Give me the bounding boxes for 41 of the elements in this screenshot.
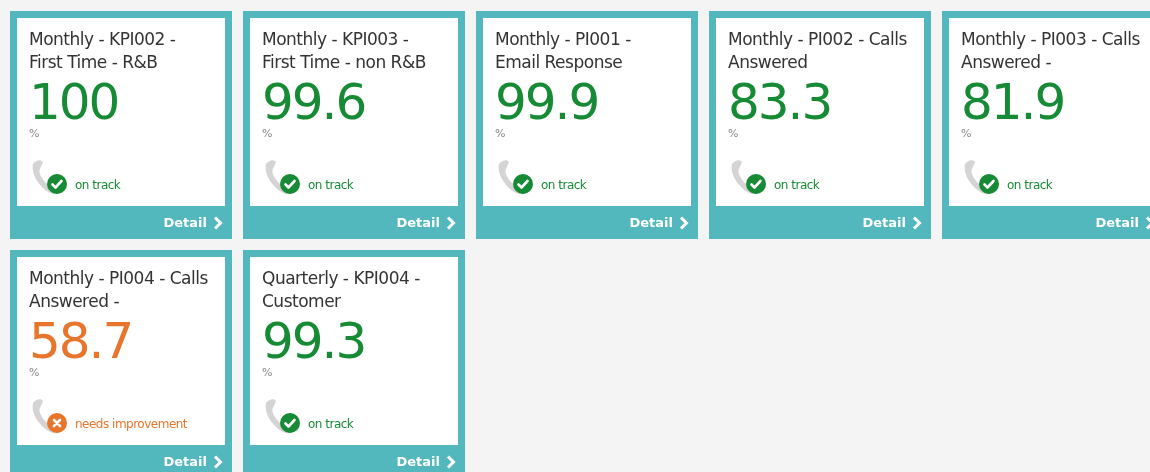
detail-link[interactable]: Detail (396, 212, 456, 233)
kpi-title: Monthly - PI001 - Email Response (495, 28, 632, 74)
status-label: needs improvement (75, 416, 188, 433)
unit-label: % (495, 128, 506, 139)
chevron-right-icon (213, 454, 223, 469)
unit-label: % (29, 128, 40, 139)
detail-link[interactable]: Detail (163, 451, 223, 472)
detail-link[interactable]: Detail (1095, 212, 1150, 233)
status-label: on track (541, 177, 587, 194)
kpi-title: Monthly - KPI002 - First Time - R&B (29, 28, 177, 74)
status-label: on track (308, 177, 354, 194)
chevron-right-icon (912, 215, 922, 230)
kpi-title: Monthly - KPI003 - First Time - non R&B (262, 28, 427, 74)
unit-label: % (961, 128, 972, 139)
unit-label: % (262, 367, 273, 378)
unit-label: % (728, 128, 739, 139)
status-label: on track (774, 177, 820, 194)
status-label: on track (1007, 177, 1053, 194)
kpi-title: Monthly - PI004 - Calls Answered - (29, 267, 209, 313)
detail-link[interactable]: Detail (396, 451, 456, 472)
detail-link[interactable]: Detail (862, 212, 922, 233)
status-label: on track (308, 416, 354, 433)
kpi-value: 99.9 (495, 76, 600, 128)
kpi-value: 100 (29, 76, 120, 128)
kpi-title: Monthly - PI003 - Calls Answered - (961, 28, 1141, 74)
chevron-right-icon (213, 215, 223, 230)
kpi-value: 99.6 (262, 76, 367, 128)
unit-label: % (29, 367, 40, 378)
kpi-value: 99.3 (262, 315, 367, 367)
detail-link[interactable]: Detail (629, 212, 689, 233)
status-label: on track (75, 177, 121, 194)
kpi-value: 58.7 (29, 315, 134, 367)
kpi-value: 83.3 (728, 76, 833, 128)
chevron-right-icon (679, 215, 689, 230)
detail-link[interactable]: Detail (163, 212, 223, 233)
kpi-value: 81.9 (961, 76, 1066, 128)
kpi-title: Monthly - PI002 - Calls Answered (728, 28, 908, 74)
kpi-title: Quarterly - KPI004 - Customer (262, 267, 421, 313)
unit-label: % (262, 128, 273, 139)
chevron-right-icon (446, 215, 456, 230)
chevron-right-icon (446, 454, 456, 469)
